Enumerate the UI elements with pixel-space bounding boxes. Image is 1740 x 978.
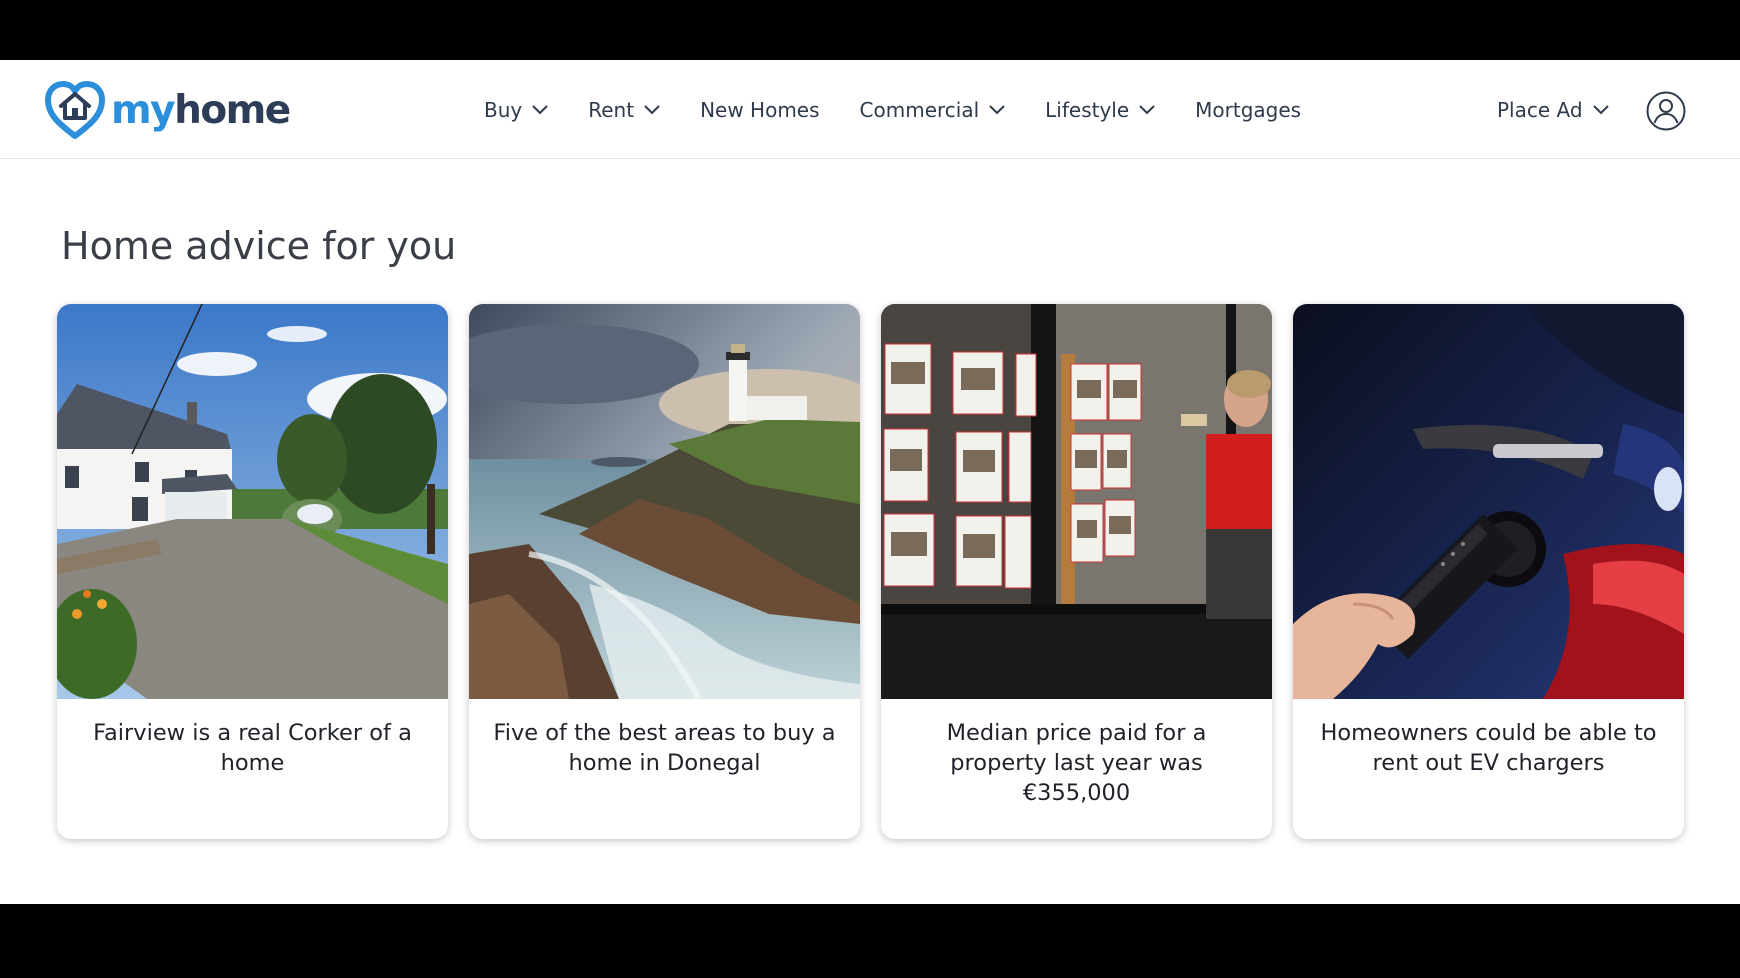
card-image-lighthouse (469, 304, 860, 699)
nav-item-rent[interactable]: Rent (588, 98, 660, 122)
nav-item-mortgages[interactable]: Mortgages (1195, 98, 1301, 122)
card-image-estate-agent-window (881, 304, 1272, 699)
nav-item-new-homes[interactable]: New Homes (700, 98, 819, 122)
nav-item-label: New Homes (700, 97, 820, 122)
card-title: Homeowners could be able to rent out EV … (1320, 720, 1657, 776)
advice-cards: Fairview is a real Corker of a home Five… (57, 304, 1687, 839)
advice-card[interactable]: Homeowners could be able to rent out EV … (1293, 304, 1684, 839)
nav-item-commercial[interactable]: Commercial (860, 98, 1006, 122)
myhome-logo[interactable]: myhome (44, 80, 291, 140)
advice-card[interactable]: Five of the best areas to buy a home in … (469, 304, 860, 839)
nav-item-label: Buy (484, 97, 523, 122)
card-title: Fairview is a real Corker of a home (93, 720, 412, 776)
user-circle-icon[interactable] (1646, 91, 1686, 131)
site-header: myhome Buy Rent New Homes Commercial Lif… (0, 60, 1740, 159)
place-ad-button[interactable]: Place Ad (1497, 60, 1609, 159)
nav-item-lifestyle[interactable]: Lifestyle (1045, 98, 1155, 122)
card-title: Median price paid for a property last ye… (946, 720, 1207, 806)
logo-wordmark: myhome (111, 87, 291, 133)
logo-my-text: my (111, 87, 176, 133)
nav-item-buy[interactable]: Buy (484, 98, 548, 122)
heart-house-logo-icon (45, 81, 105, 139)
chevron-down-icon (644, 104, 660, 114)
letterbox-bottom (0, 904, 1740, 978)
main-nav: Buy Rent New Homes Commercial Lifestyle … (484, 60, 1301, 159)
chevron-down-icon (1139, 104, 1155, 114)
nav-item-label: Commercial (859, 97, 980, 122)
card-title: Five of the best areas to buy a home in … (493, 720, 836, 776)
card-image-farmhouse (57, 304, 448, 699)
place-ad-label: Place Ad (1497, 97, 1583, 122)
chevron-down-icon (989, 104, 1005, 114)
card-image-ev-charger (1293, 304, 1684, 699)
chevron-down-icon (532, 104, 548, 114)
nav-item-label: Rent (588, 97, 635, 122)
section-title: Home advice for you (61, 224, 457, 268)
nav-item-label: Lifestyle (1045, 97, 1130, 122)
chevron-down-icon (1592, 104, 1609, 114)
logo-home-text: home (174, 87, 291, 133)
advice-card[interactable]: Median price paid for a property last ye… (881, 304, 1272, 839)
nav-item-label: Mortgages (1195, 97, 1302, 122)
page: myhome Buy Rent New Homes Commercial Lif… (0, 60, 1740, 904)
letterbox-top (0, 0, 1740, 60)
advice-card[interactable]: Fairview is a real Corker of a home (57, 304, 448, 839)
